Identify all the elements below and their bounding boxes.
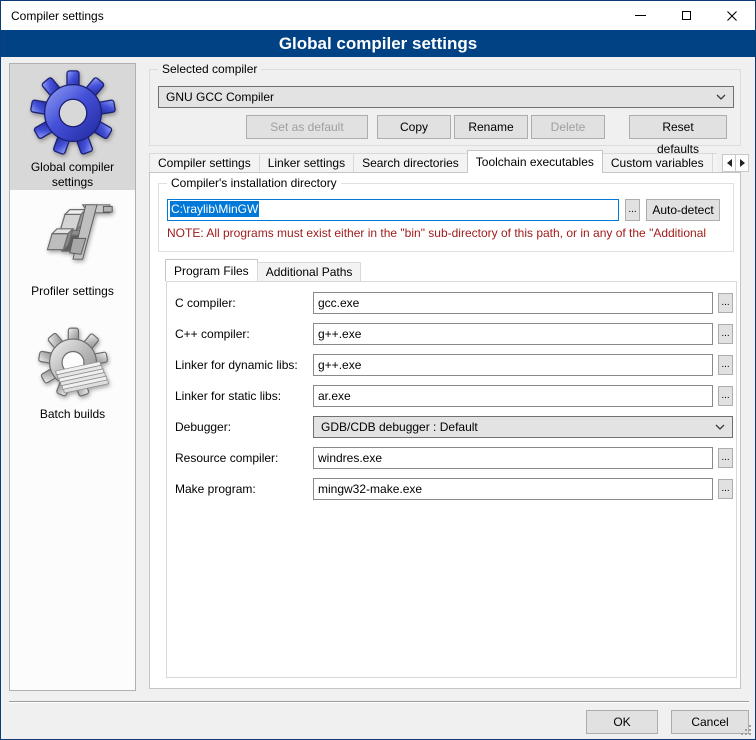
compiler-settings-dialog: Compiler settings Global compiler settin… [0, 0, 756, 740]
footer-separator [9, 701, 749, 703]
window-controls [617, 1, 755, 30]
dynamic-linker-label: Linker for dynamic libs: [175, 358, 298, 372]
set-as-default-button[interactable]: Set as default [246, 115, 368, 139]
sidebar-item-label: Batch builds [21, 407, 125, 422]
tab-search-directories[interactable]: Search directories [353, 153, 468, 173]
debugger-select-value: GDB/CDB debugger : Default [321, 420, 715, 434]
program-files-panel: C compiler: ... C++ compiler: ... Linker… [166, 281, 737, 678]
compiler-select[interactable]: GNU GCC Compiler [158, 86, 734, 108]
titlebar[interactable]: Compiler settings [1, 1, 755, 30]
static-linker-row: Linker for static libs: ... [175, 385, 730, 407]
maximize-icon [682, 11, 691, 20]
close-icon [726, 10, 738, 22]
caliper-icon [33, 200, 113, 280]
c-compiler-browse-button[interactable]: ... [718, 293, 733, 313]
tab-toolchain-executables[interactable]: Toolchain executables [467, 150, 603, 173]
program-tabs: Program Files Additional Paths [166, 259, 361, 281]
tab-scroll-right-button[interactable] [735, 154, 749, 172]
chevron-down-icon [716, 94, 726, 100]
reset-defaults-button[interactable]: Reset defaults [629, 115, 727, 139]
tab-build-options[interactable]: Build options [712, 153, 717, 173]
cpp-compiler-label: C++ compiler: [175, 327, 250, 341]
sidebar-item-profiler-settings[interactable]: Profiler settings [10, 190, 135, 299]
installation-directory-group-label: Compiler's installation directory [167, 176, 341, 190]
selected-compiler-group: Selected compiler GNU GCC Compiler Set a… [149, 69, 741, 146]
tab-scroll-left-button[interactable] [722, 154, 736, 172]
settings-tabbar: Compiler settings Linker settings Search… [149, 150, 749, 173]
installation-directory-browse-button[interactable]: ... [625, 199, 640, 221]
delete-button[interactable]: Delete [531, 115, 605, 139]
chevron-down-icon [715, 424, 725, 430]
rename-button[interactable]: Rename [454, 115, 528, 139]
tab-additional-paths[interactable]: Additional Paths [257, 262, 362, 281]
debugger-row: Debugger: GDB/CDB debugger : Default [175, 416, 730, 438]
c-compiler-label: C compiler: [175, 296, 236, 310]
installation-directory-group: Compiler's installation directory C:\ray… [158, 183, 734, 252]
debugger-select[interactable]: GDB/CDB debugger : Default [313, 416, 733, 438]
toolchain-executables-panel: Compiler's installation directory C:\ray… [149, 172, 741, 689]
window-title: Compiler settings [11, 9, 104, 23]
sidebar-item-label: Profiler settings [21, 284, 125, 299]
tab-linker-settings[interactable]: Linker settings [259, 153, 354, 173]
debugger-label: Debugger: [175, 420, 231, 434]
close-button[interactable] [709, 1, 755, 30]
minimize-button[interactable] [617, 1, 663, 30]
dynamic-linker-row: Linker for dynamic libs: ... [175, 354, 730, 376]
tab-compiler-settings[interactable]: Compiler settings [149, 153, 260, 173]
static-linker-label: Linker for static libs: [175, 389, 281, 403]
dynamic-linker-browse-button[interactable]: ... [718, 355, 733, 375]
sidebar-item-batch-builds[interactable]: Batch builds [10, 299, 135, 422]
c-compiler-row: C compiler: ... [175, 292, 730, 314]
cancel-button[interactable]: Cancel [671, 710, 749, 734]
tab-program-files[interactable]: Program Files [165, 259, 258, 281]
page-title: Global compiler settings [1, 30, 755, 57]
settings-category-sidebar: Global compiler settings [9, 63, 136, 691]
arrow-left-icon [727, 159, 732, 167]
compiler-action-buttons: Set as default Copy Rename Delete Reset … [150, 115, 740, 139]
static-linker-browse-button[interactable]: ... [718, 386, 733, 406]
resource-compiler-row: Resource compiler: ... [175, 447, 730, 469]
settings-tabs: Compiler settings Linker settings Search… [149, 150, 717, 173]
static-linker-input[interactable] [313, 385, 713, 407]
resize-grip[interactable] [739, 723, 753, 737]
resource-compiler-label: Resource compiler: [175, 451, 278, 465]
ok-button[interactable]: OK [586, 710, 658, 734]
cpp-compiler-row: C++ compiler: ... [175, 323, 730, 345]
make-program-row: Make program: ... [175, 478, 730, 500]
tab-scroll-buttons [723, 154, 749, 172]
sidebar-item-global-compiler-settings[interactable]: Global compiler settings [10, 64, 135, 190]
selected-compiler-group-label: Selected compiler [158, 62, 261, 76]
maximize-button[interactable] [663, 1, 709, 30]
resource-compiler-browse-button[interactable]: ... [718, 448, 733, 468]
make-program-label: Make program: [175, 482, 256, 496]
compiler-select-value: GNU GCC Compiler [166, 90, 716, 104]
auto-detect-button[interactable]: Auto-detect [646, 199, 720, 221]
cpp-compiler-input[interactable] [313, 323, 713, 345]
minimize-icon [635, 15, 646, 16]
make-program-browse-button[interactable]: ... [718, 479, 733, 499]
arrow-right-icon [740, 159, 745, 167]
installation-directory-input[interactable]: C:\raylib\MinGW [167, 199, 619, 221]
gray-gear-stack-icon [34, 325, 112, 403]
resource-compiler-input[interactable] [313, 447, 713, 469]
installation-directory-selected-text: C:\raylib\MinGW [170, 201, 259, 217]
cpp-compiler-browse-button[interactable]: ... [718, 324, 733, 344]
sidebar-item-label: Global compiler settings [21, 160, 125, 190]
dynamic-linker-input[interactable] [313, 354, 713, 376]
make-program-input[interactable] [313, 478, 713, 500]
installation-directory-note: NOTE: All programs must exist either in … [167, 226, 733, 240]
tab-custom-variables[interactable]: Custom variables [602, 153, 713, 173]
blue-gear-icon [29, 70, 117, 156]
c-compiler-input[interactable] [313, 292, 713, 314]
copy-button[interactable]: Copy [377, 115, 451, 139]
